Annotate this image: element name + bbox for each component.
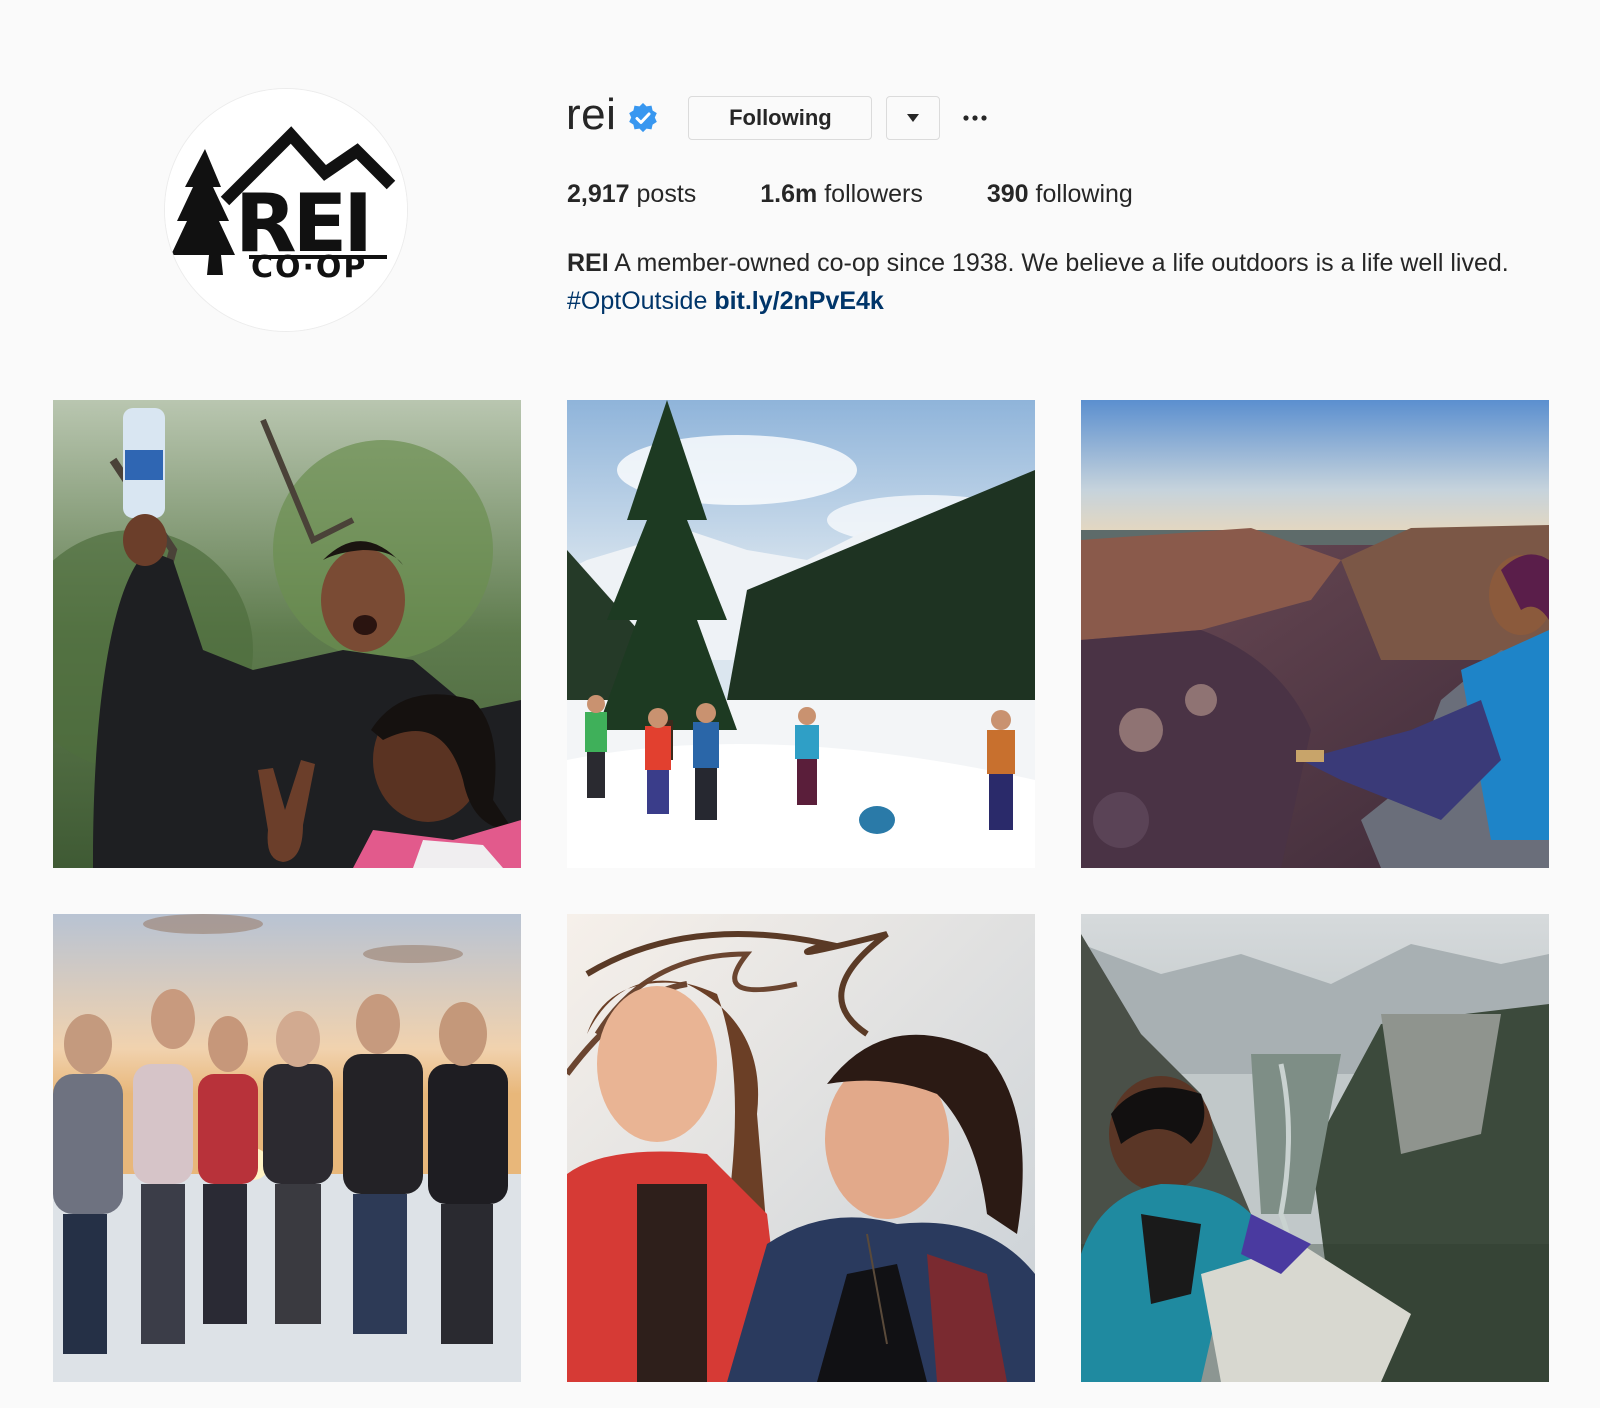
women-group-snow-sunset-photo bbox=[53, 914, 521, 1382]
post-thumbnail[interactable] bbox=[1081, 914, 1549, 1382]
following-button[interactable]: Following bbox=[688, 96, 873, 140]
post-thumbnail[interactable] bbox=[53, 400, 521, 868]
posts-label: posts bbox=[636, 180, 697, 208]
post-thumbnail[interactable] bbox=[567, 400, 1035, 868]
profile-username: rei bbox=[566, 90, 617, 139]
followers-count: 1.6m bbox=[760, 180, 818, 208]
bio-hashtag-link[interactable]: #OptOutside bbox=[567, 287, 707, 315]
snowshoe-group-mountains-photo bbox=[567, 400, 1035, 868]
following-label: following bbox=[1035, 180, 1133, 208]
two-women-windblown-hair-photo bbox=[567, 914, 1035, 1382]
posts-stat: 2,917 posts bbox=[567, 180, 696, 209]
more-options-button[interactable] bbox=[960, 96, 990, 140]
post-thumbnail[interactable] bbox=[567, 914, 1035, 1382]
verified-badge-icon bbox=[628, 102, 658, 133]
woman-and-girl-forest-photo bbox=[53, 400, 521, 868]
profile-bio: REI A member-owned co-op since 1938. We … bbox=[567, 244, 1547, 320]
woman-canyon-sunset-photo bbox=[1081, 400, 1549, 868]
bio-external-link[interactable]: bit.ly/2nPvE4k bbox=[714, 287, 884, 315]
following-count: 390 bbox=[986, 180, 1029, 208]
person-valley-overlook-photo bbox=[1081, 914, 1549, 1382]
triangle-down-icon bbox=[907, 114, 920, 122]
following-stat[interactable]: 390 following bbox=[987, 180, 1133, 209]
profile-stats: 2,917 posts 1.6m followers 390 following bbox=[567, 180, 1197, 209]
followers-stat[interactable]: 1.6m followers bbox=[760, 180, 923, 209]
rei-coop-logo: REI CO·OP bbox=[165, 89, 407, 331]
bio-text: A member-owned co-op since 1938. We beli… bbox=[614, 249, 1509, 277]
profile-title-row: rei Following bbox=[566, 92, 990, 144]
profile-avatar[interactable]: REI CO·OP bbox=[164, 88, 408, 332]
post-thumbnail[interactable] bbox=[1081, 400, 1549, 868]
bio-name: REI bbox=[567, 249, 609, 277]
followers-label: followers bbox=[824, 180, 923, 208]
suggestions-dropdown-button[interactable] bbox=[886, 96, 941, 140]
more-dots-icon bbox=[963, 115, 988, 121]
profile-header: REI CO·OP rei Following 2,917 posts 1.6m… bbox=[0, 0, 1600, 360]
posts-count: 2,917 bbox=[567, 180, 630, 208]
post-thumbnail[interactable] bbox=[53, 914, 521, 1382]
